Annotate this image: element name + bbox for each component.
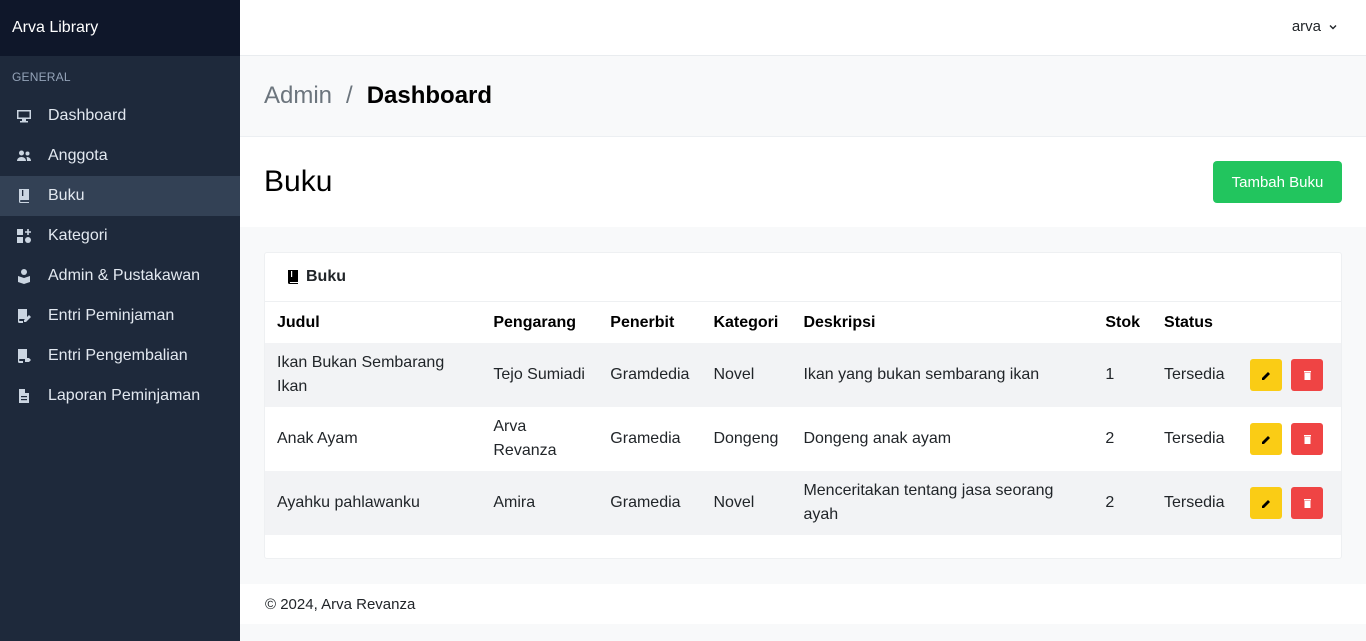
sidebar-item-kategori[interactable]: Kategori	[0, 216, 240, 256]
user-name: arva	[1291, 18, 1321, 35]
cell-actions	[1238, 471, 1341, 535]
edit-button[interactable]	[1250, 423, 1282, 455]
book-icon	[288, 270, 298, 284]
trash-icon	[1303, 498, 1311, 508]
delete-button[interactable]	[1291, 423, 1323, 455]
trash-icon	[1303, 370, 1311, 380]
sidebar-item-entri-peminjaman[interactable]: Entri Peminjaman	[0, 296, 240, 336]
cell-stok: 2	[1105, 494, 1115, 511]
sidebar-item-label: Kategori	[48, 227, 108, 244]
cell-judul: Ayahku pahlawanku	[277, 494, 420, 511]
user-menu[interactable]: arva	[1292, 18, 1338, 35]
breadcrumb-parent[interactable]: Admin	[264, 82, 332, 110]
books-card: Buku Judul Pengarang Penerbit Kategori Deskr…	[264, 252, 1342, 559]
cell-actions	[1238, 407, 1341, 471]
column-header-stok[interactable]: Stok	[1093, 302, 1152, 343]
page-title: Buku	[264, 165, 333, 198]
sidebar-item-label: Anggota	[48, 147, 108, 164]
cell-kategori: Novel	[713, 366, 755, 383]
footer: © 2024, Arva Revanza	[240, 584, 1366, 624]
cell-status: Tersedia	[1164, 366, 1225, 383]
user-book-icon	[16, 268, 32, 284]
column-header-deskripsi[interactable]: Deskripsi	[791, 302, 1093, 343]
pencil-icon	[1261, 499, 1270, 508]
table-row: Ayahku pahlawanku Amira Gramedia Novel Mence…	[265, 471, 1341, 535]
sidebar-item-dashboard[interactable]: Dashboard	[0, 96, 240, 136]
topbar: arva	[240, 0, 1366, 56]
cell-judul: Ikan Bukan Sembarang Ikan	[277, 354, 445, 395]
book-return-icon	[16, 348, 32, 364]
sidebar-item-admin-pustakawan[interactable]: Admin & Pustakawan	[0, 256, 240, 296]
cell-pengarang: Arva Revanza	[493, 418, 557, 459]
sidebar-item-label: Laporan Peminjaman	[48, 387, 201, 404]
books-table: Judul Pengarang Penerbit Kategori Deskripsi S…	[265, 302, 1341, 535]
delete-button[interactable]	[1291, 359, 1323, 391]
table-row: Anak Ayam Arva Revanza Gramedia Dongeng Dong…	[265, 407, 1341, 471]
add-book-button[interactable]: Tambah Buku	[1213, 161, 1342, 203]
brand-title[interactable]: Arva Library	[0, 0, 240, 56]
column-header-status[interactable]: Status	[1152, 302, 1238, 343]
table-body: Ikan Bukan Sembarang Ikan Tejo Sumiadi Gra…	[265, 343, 1341, 535]
sidebar-item-label: Entri Pengembalian	[48, 347, 188, 364]
pencil-icon	[1261, 435, 1270, 444]
category-icon	[16, 228, 32, 244]
cell-stok: 2	[1105, 430, 1115, 447]
cell-penerbit: Gramedia	[610, 494, 681, 511]
column-header-actions	[1238, 302, 1341, 343]
cell-deskripsi: Menceritakan tentang jasa seorang ayah	[803, 482, 1054, 523]
cell-penerbit: Gramdedia	[610, 366, 690, 383]
report-icon	[16, 388, 32, 404]
cell-status: Tersedia	[1164, 494, 1225, 511]
cell-pengarang: Tejo Sumiadi	[493, 366, 585, 383]
chevron-down-icon	[1329, 24, 1337, 29]
column-header-penerbit[interactable]: Penerbit	[598, 302, 701, 343]
column-header-kategori[interactable]: Kategori	[701, 302, 791, 343]
breadcrumb-current: Dashboard	[366, 82, 493, 109]
sidebar-section-label: GENERAL	[12, 70, 71, 84]
card-header: Buku	[265, 253, 1341, 302]
cell-kategori: Novel	[713, 494, 755, 511]
cell-kategori: Dongeng	[713, 430, 779, 447]
breadcrumb-separator: /	[346, 82, 353, 109]
edit-button[interactable]	[1250, 487, 1282, 519]
sidebar-item-label: Dashboard	[48, 107, 127, 124]
sidebar-item-anggota[interactable]: Anggota	[0, 136, 240, 176]
book-icon	[16, 188, 32, 204]
pencil-icon	[1261, 371, 1270, 380]
sidebar: Arva Library GENERAL Dashboard Anggota Buk…	[0, 0, 240, 641]
cell-actions	[1238, 343, 1341, 407]
table-row: Ikan Bukan Sembarang Ikan Tejo Sumiadi Gra…	[265, 343, 1341, 407]
table-header-row: Judul Pengarang Penerbit Kategori Deskripsi S…	[265, 302, 1341, 343]
cell-judul: Anak Ayam	[277, 430, 358, 447]
cell-status: Tersedia	[1164, 430, 1225, 447]
sidebar-nav: Dashboard Anggota Buku Kategori Admin & Pust…	[0, 96, 240, 416]
sidebar-item-buku[interactable]: Buku	[0, 176, 240, 216]
cell-stok: 1	[1105, 366, 1115, 383]
cell-deskripsi: Ikan yang bukan sembarang ikan	[803, 366, 1040, 383]
sidebar-item-label: Buku	[48, 187, 85, 204]
footer-copyright: © 2024, Arva Revanza	[265, 595, 416, 613]
cell-deskripsi: Dongeng anak ayam	[803, 430, 952, 447]
cell-penerbit: Gramedia	[610, 430, 681, 447]
sidebar-item-entri-pengembalian[interactable]: Entri Pengembalian	[0, 336, 240, 376]
sidebar-item-laporan-peminjaman[interactable]: Laporan Peminjaman	[0, 376, 240, 416]
delete-button[interactable]	[1291, 487, 1323, 519]
breadcrumb: Admin / Dashboard	[240, 56, 1366, 137]
book-edit-icon	[16, 308, 32, 324]
cell-pengarang: Amira	[493, 494, 536, 511]
trash-icon	[1303, 434, 1311, 444]
sidebar-item-label: Admin & Pustakawan	[48, 267, 201, 284]
monitor-icon	[16, 108, 32, 124]
column-header-pengarang[interactable]: Pengarang	[481, 302, 598, 343]
card-title: Buku	[306, 268, 346, 285]
page-header: Buku Tambah Buku	[240, 137, 1366, 227]
sidebar-item-label: Entri Peminjaman	[48, 307, 175, 324]
column-header-judul[interactable]: Judul	[265, 302, 481, 343]
users-icon	[16, 148, 32, 164]
edit-button[interactable]	[1250, 359, 1282, 391]
